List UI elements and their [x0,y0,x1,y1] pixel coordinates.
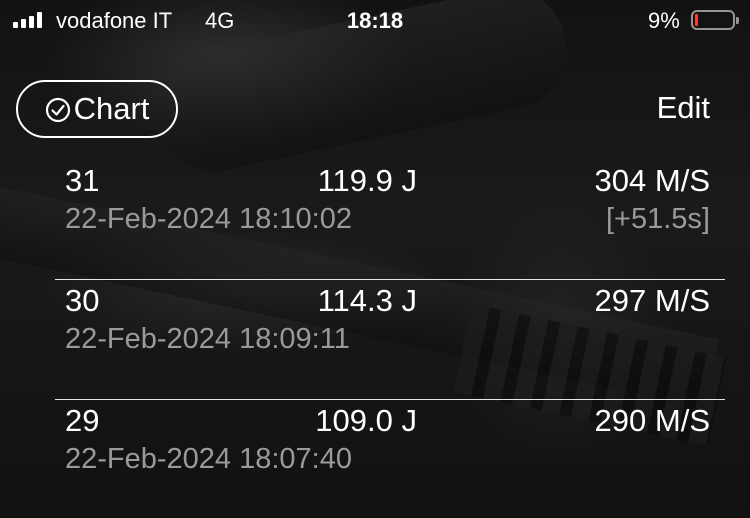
chart-button-label: Chart [73,91,150,126]
shot-speed: 304 M/S [594,163,710,198]
shot-row[interactable]: 29 109.0 J 290 M/S 22-Feb-2024 18:07:40 [0,400,750,518]
shot-energy: 114.3 J [317,283,417,318]
shot-row[interactable]: 30 114.3 J 297 M/S 22-Feb-2024 18:09:11 [0,280,750,398]
shot-timestamp: 22-Feb-2024 18:10:02 [65,203,352,235]
shot-timestamp: 22-Feb-2024 18:07:40 [65,443,352,475]
shot-number: 29 [65,403,100,438]
edit-button[interactable]: Edit [657,90,710,126]
shot-number: 31 [65,163,100,198]
checkmark-circle-icon [45,97,70,122]
app-screen: vodafone IT 4G 18:18 9% Chart Edit 31 11… [0,0,750,518]
battery-percent: 9% [648,8,680,33]
status-bar: vodafone IT 4G 18:18 9% [0,0,750,40]
battery-icon [691,10,739,30]
shot-row[interactable]: 31 119.9 J 304 M/S 22-Feb-2024 18:10:02 … [0,160,750,278]
shot-number: 30 [65,283,100,318]
status-time: 18:18 [346,8,404,33]
shot-timestamp: 22-Feb-2024 18:09:11 [65,323,350,355]
battery-level-fill [695,14,698,26]
shot-energy: 109.0 J [315,403,417,438]
chart-button[interactable]: Chart [16,80,178,138]
shot-speed: 297 M/S [594,283,710,318]
shot-energy: 119.9 J [317,163,417,198]
shot-interval: [+51.5s] [606,203,710,235]
shot-speed: 290 M/S [594,403,710,438]
